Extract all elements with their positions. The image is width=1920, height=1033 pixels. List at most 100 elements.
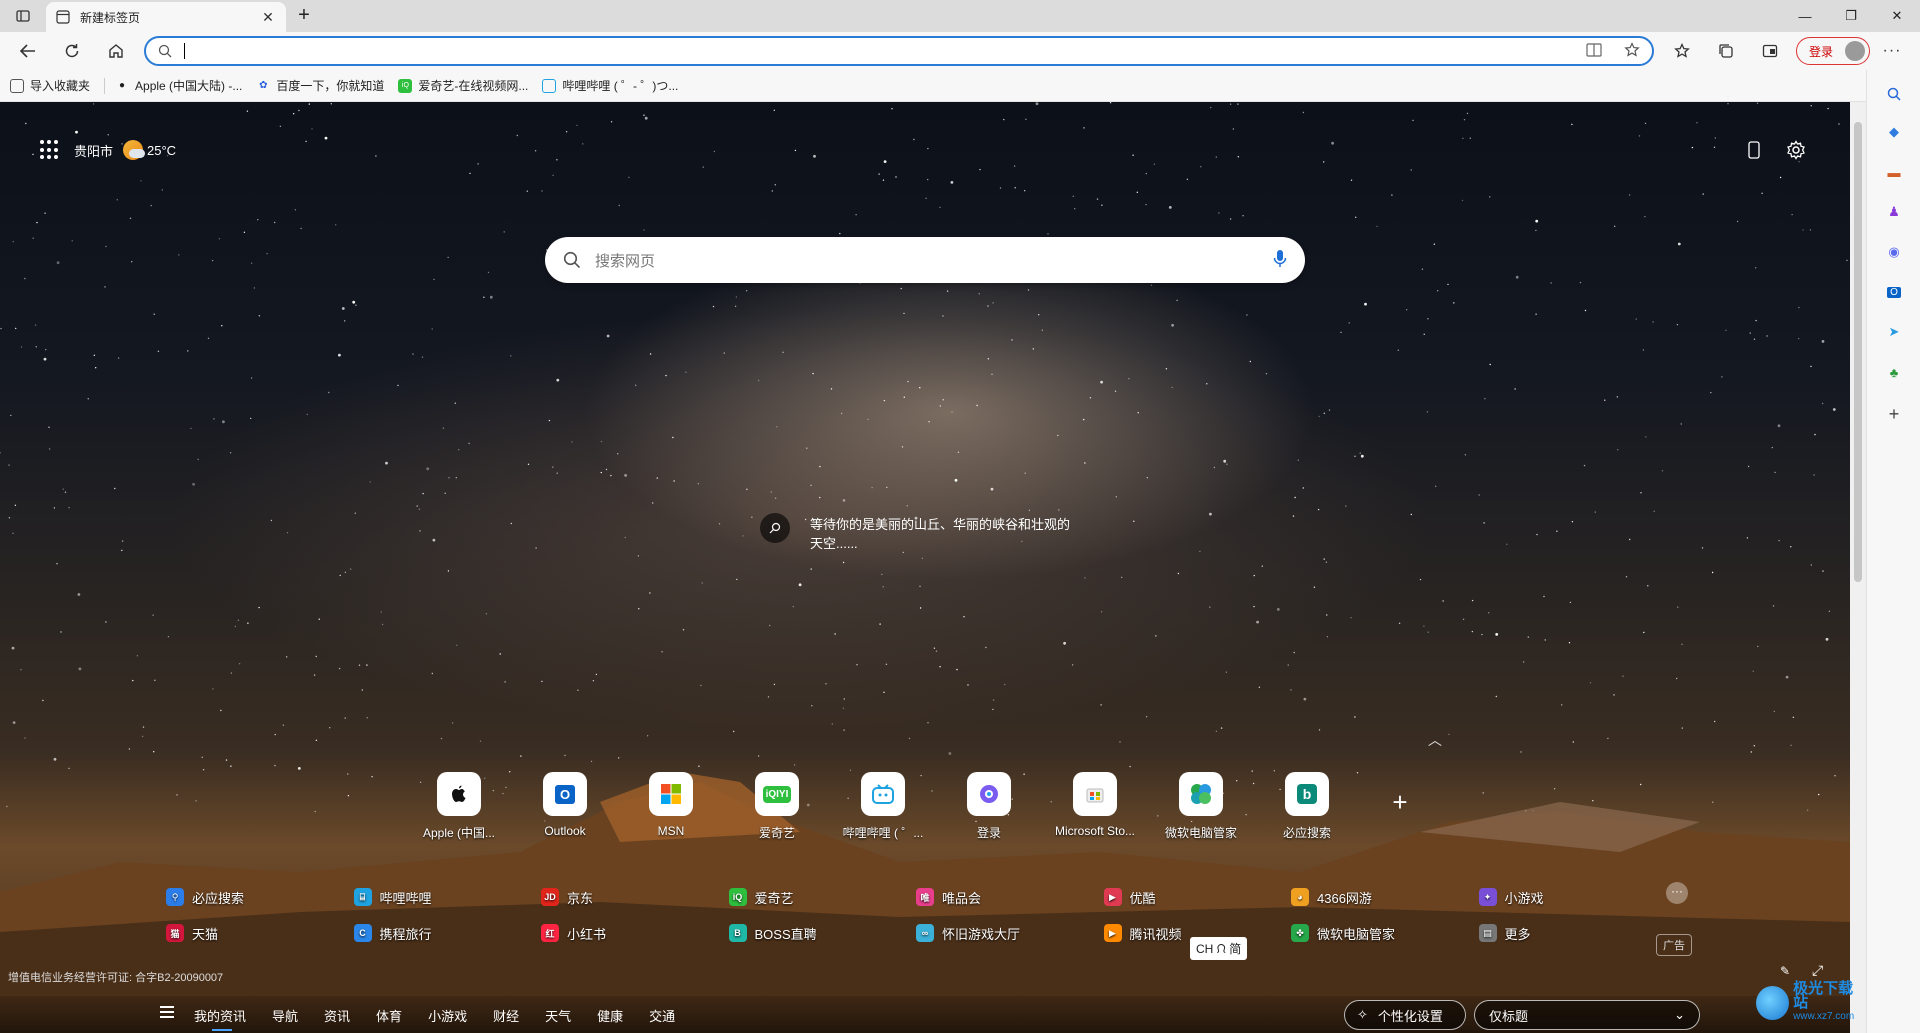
feed-tab[interactable]: 财经: [493, 1006, 519, 1025]
quick-link-label: 哔哩哔哩 ( ゜...: [842, 826, 924, 840]
favorite-bilibili[interactable]: 哔哩哔哩 ( ゜- ゜)つ...: [542, 77, 678, 94]
refresh-button[interactable]: [58, 38, 86, 64]
site-link-label: 优酷: [1129, 890, 1156, 906]
voice-search-button[interactable]: [1273, 249, 1287, 272]
scrollbar-thumb[interactable]: [1854, 122, 1862, 582]
ime-indicator[interactable]: CH ᙁ 简: [1190, 937, 1248, 960]
tab-actions-menu-button[interactable]: [10, 5, 36, 27]
sidebar-send-button[interactable]: ➤: [1884, 322, 1904, 342]
quick-link-pc-manager[interactable]: 微软电脑管家: [1148, 772, 1254, 841]
feed-tab[interactable]: 我的资讯: [194, 1006, 246, 1031]
personalize-label: 个性化设置: [1377, 1008, 1443, 1024]
quick-link-copilot[interactable]: 登录: [936, 772, 1042, 841]
site-link[interactable]: iQ 爱奇艺: [728, 885, 917, 909]
chevron-up-icon: ︿: [1428, 732, 1442, 748]
site-link[interactable]: B BOSS直聘: [728, 921, 917, 945]
site-link[interactable]: ⌸ 哔哩哔哩: [353, 885, 542, 909]
site-link[interactable]: ✦ 小游戏: [1478, 885, 1667, 909]
page-settings-button[interactable]: [1784, 138, 1808, 162]
sidebar-tools-button[interactable]: ▬: [1884, 162, 1904, 182]
feed-tab[interactable]: 导航: [272, 1006, 298, 1025]
site-link[interactable]: JD 京东: [541, 885, 729, 909]
site-link[interactable]: ✤ 微软电脑管家: [1291, 921, 1479, 945]
feed-tab[interactable]: 体育: [376, 1006, 402, 1025]
baidu-icon: ✿: [259, 80, 268, 91]
quick-link-bilibili[interactable]: 哔哩哔哩 ( ゜...: [830, 772, 936, 841]
close-tab-button[interactable]: ✕: [260, 9, 276, 25]
add-quick-link-button[interactable]: +: [1370, 780, 1430, 824]
sidebar-copilot-button[interactable]: ◉: [1884, 242, 1904, 262]
collections-button[interactable]: [1712, 38, 1740, 64]
feed-tab[interactable]: 小游戏: [428, 1006, 467, 1025]
immersive-reader-button[interactable]: [1586, 42, 1602, 60]
address-bar[interactable]: [144, 36, 1654, 66]
close-window-button[interactable]: ✕: [1874, 0, 1920, 32]
pencil-icon: ✎: [1780, 964, 1791, 978]
hamburger-menu-icon[interactable]: [160, 1006, 174, 1018]
feed-tab[interactable]: 天气: [545, 1006, 571, 1025]
sidebar-search-button[interactable]: [1884, 84, 1904, 104]
fullscreen-background-button[interactable]: ⤢: [1812, 962, 1823, 979]
favorite-iqiyi[interactable]: iQ 爱奇艺-在线视频网...: [398, 77, 528, 94]
star-plus-icon: [1624, 41, 1640, 57]
page-scrollbar[interactable]: [1850, 102, 1866, 1033]
layout-dropdown[interactable]: 仅标题 ⌄: [1474, 1000, 1700, 1030]
site-link[interactable]: ▤ 更多: [1478, 921, 1667, 945]
restore-button[interactable]: ❐: [1828, 0, 1874, 32]
browser-essentials-button[interactable]: [1756, 38, 1784, 64]
favorite-baidu[interactable]: ✿ 百度一下，你就知道: [256, 77, 384, 94]
favorite-apple[interactable]: ● Apple (中国大陆) -...: [115, 77, 242, 94]
site-link[interactable]: ▶ 优酷: [1103, 885, 1292, 909]
mobile-sync-button[interactable]: [1742, 138, 1766, 162]
quick-links: Apple (中国... O Outlook MSN iQIYI 爱奇艺 哔哩哔…: [406, 772, 1430, 841]
quick-link-label: Microsoft Sto...: [1054, 824, 1136, 838]
favorites-icon: [1674, 43, 1690, 58]
link-grid-options-button[interactable]: ···: [1666, 882, 1688, 904]
sidebar-games-button[interactable]: ♟: [1884, 202, 1904, 222]
edit-background-button[interactable]: ✎: [1780, 964, 1790, 978]
quick-link-microsoft-store[interactable]: Microsoft Sto...: [1042, 772, 1148, 841]
image-info[interactable]: 等待你的是美丽的山丘、华丽的峡谷和壮观的天空......: [760, 513, 1080, 553]
quick-link-msn[interactable]: MSN: [618, 772, 724, 841]
tab-actions-icon: [16, 10, 30, 22]
new-tab-button[interactable]: +: [292, 5, 316, 27]
tab-new-tab[interactable]: 新建标签页 ✕: [46, 2, 286, 32]
profile-login-button[interactable]: 登录: [1796, 37, 1870, 65]
personalize-button[interactable]: ✧ 个性化设置: [1344, 1000, 1466, 1030]
sidebar-add-button[interactable]: +: [1884, 404, 1904, 424]
sidebar-shopping-button[interactable]: ◆: [1884, 122, 1904, 142]
add-favorite-button[interactable]: [1624, 41, 1640, 61]
site-link[interactable]: 唯唯品会: [916, 885, 1104, 909]
sidebar-tree-button[interactable]: ♣: [1884, 362, 1904, 382]
news-feed-bar: 我的资讯 导航 资讯 体育 小游戏 财经 天气 健康 交通 ✧ 个性化设置 仅标题 ⌄: [0, 996, 1850, 1033]
home-button[interactable]: [102, 38, 130, 64]
plus-icon: +: [298, 4, 310, 26]
sidebar-outlook-button[interactable]: O: [1884, 282, 1904, 302]
feed-tab[interactable]: 资讯: [324, 1006, 350, 1025]
location-label[interactable]: 贵阳市: [74, 141, 113, 160]
feed-tab[interactable]: 健康: [597, 1006, 623, 1025]
minimize-button[interactable]: —: [1782, 0, 1828, 32]
favorites-button[interactable]: [1668, 38, 1696, 64]
site-link-label: 哔哩哔哩: [379, 890, 432, 906]
site-link[interactable]: 红小红书: [541, 921, 729, 945]
site-link[interactable]: ⚲ 必应搜索: [166, 885, 354, 909]
apps-launcher-button[interactable]: [40, 140, 60, 160]
site-link[interactable]: 猫天猫: [166, 921, 354, 945]
quick-link-iqiyi[interactable]: iQIYI 爱奇艺: [724, 772, 830, 841]
site-link[interactable]: ◕ 4366网游: [1291, 885, 1479, 909]
temperature-label[interactable]: 25°C: [147, 143, 176, 158]
favorite-label: 爱奇艺-在线视频网...: [418, 79, 529, 93]
site-link-label: 腾讯视频: [1129, 926, 1182, 942]
favorite-import[interactable]: 导入收藏夹: [10, 77, 90, 94]
feed-tab[interactable]: 交通: [649, 1006, 675, 1025]
quick-link-bing[interactable]: b 必应搜索: [1254, 772, 1360, 841]
web-search-box[interactable]: 搜索网页: [545, 237, 1305, 283]
back-button[interactable]: [14, 38, 42, 64]
site-link[interactable]: C 携程旅行: [353, 921, 542, 945]
quick-link-apple[interactable]: Apple (中国...: [406, 772, 512, 841]
collapse-quick-links-button[interactable]: ︿: [1428, 730, 1442, 750]
site-link[interactable]: ∞ 怀旧游戏大厅: [916, 921, 1104, 945]
quick-link-outlook[interactable]: O Outlook: [512, 772, 618, 841]
settings-and-more-button[interactable]: ···: [1878, 38, 1906, 64]
